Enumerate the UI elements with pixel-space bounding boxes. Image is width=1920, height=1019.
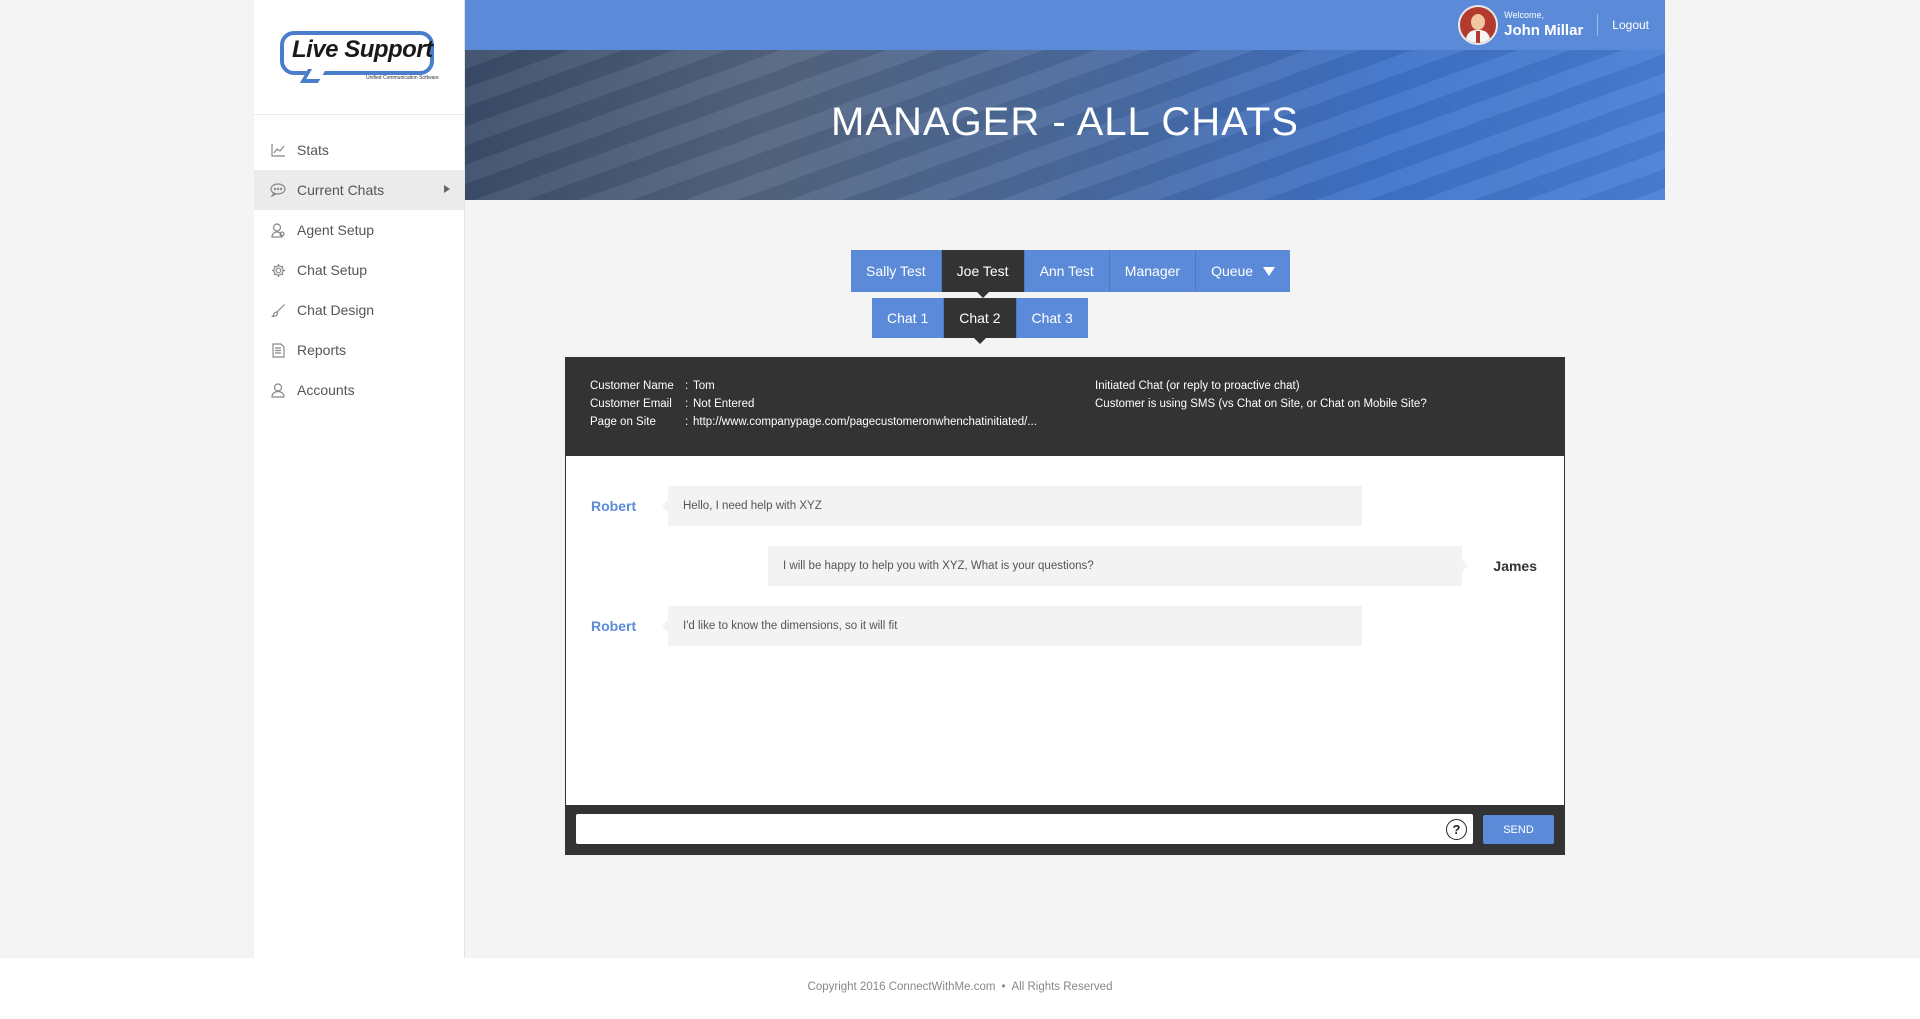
user-welcome: Welcome, John Millar Logout bbox=[1458, 0, 1665, 50]
initiated-chat-note: Initiated Chat (or reply to proactive ch… bbox=[1095, 380, 1300, 392]
tab-chat-3[interactable]: Chat 3 bbox=[1016, 298, 1088, 338]
message-sender: Robert bbox=[591, 498, 637, 514]
sidebar-item-label: Stats bbox=[297, 142, 329, 158]
tab-joe-test[interactable]: Joe Test bbox=[941, 250, 1025, 298]
welcome-text: Welcome, John Millar bbox=[1504, 11, 1583, 39]
message-text: I will be happy to help you with XYZ, Wh… bbox=[783, 560, 1094, 572]
chat-message-input[interactable] bbox=[576, 814, 1473, 844]
logo-tagline: Unified Communication Software bbox=[366, 75, 439, 81]
page-on-site-label: Page on Site bbox=[590, 416, 656, 428]
sidebar-item-current-chats[interactable]: Current Chats bbox=[254, 170, 464, 210]
tab-ann-test[interactable]: Ann Test bbox=[1024, 250, 1110, 292]
sidebar-item-label: Current Chats bbox=[297, 182, 385, 198]
sidebar-item-label: Accounts bbox=[297, 382, 355, 398]
tab-label: Chat 3 bbox=[1031, 310, 1073, 326]
rights-text: All Rights Reserved bbox=[1011, 981, 1113, 993]
message-sender: Robert bbox=[591, 618, 637, 634]
tab-label: Ann Test bbox=[1039, 263, 1094, 279]
page-on-site-row: Page on Site : http://www.companypage.co… bbox=[590, 416, 1540, 434]
tab-chat-2[interactable]: Chat 2 bbox=[944, 298, 1017, 344]
message-bubble: I'd like to know the dimensions, so it w… bbox=[662, 606, 1362, 646]
sidebar-item-label: Chat Design bbox=[297, 302, 375, 318]
welcome-label: Welcome, bbox=[1504, 10, 1544, 20]
message-sender: James bbox=[1493, 558, 1537, 574]
customer-info: Customer Name : Tom Customer Email : Not… bbox=[566, 358, 1564, 456]
copyright-text: Copyright 2016 ConnectWithMe.com bbox=[807, 981, 996, 993]
message-text: Hello, I need help with XYZ bbox=[683, 500, 822, 512]
hero-banner: MANAGER - ALL CHATS bbox=[465, 50, 1665, 200]
sidebar: Live Support Unified Communication Softw… bbox=[254, 0, 465, 958]
logo-area: Live Support Unified Communication Softw… bbox=[254, 0, 464, 115]
separator: : bbox=[685, 380, 689, 392]
page-title: MANAGER - ALL CHATS bbox=[831, 100, 1299, 144]
customer-email-value: Not Entered bbox=[693, 398, 755, 410]
sidebar-item-chat-design[interactable]: Chat Design bbox=[254, 290, 464, 330]
send-button[interactable]: SEND bbox=[1483, 815, 1554, 844]
message-text: I'd like to know the dimensions, so it w… bbox=[683, 620, 898, 632]
document-icon bbox=[270, 342, 286, 358]
customer-channel-note: Customer is using SMS (vs Chat on Site, … bbox=[1095, 398, 1427, 410]
tab-label: Chat 1 bbox=[887, 310, 929, 326]
sidebar-item-label: Agent Setup bbox=[297, 222, 375, 238]
chat-panel: Customer Name : Tom Customer Email : Not… bbox=[565, 357, 1565, 855]
help-icon[interactable]: ? bbox=[1446, 819, 1467, 840]
avatar[interactable] bbox=[1458, 5, 1499, 45]
user-icon bbox=[270, 382, 286, 398]
sidebar-item-accounts[interactable]: Accounts bbox=[254, 370, 464, 410]
chart-icon bbox=[270, 142, 286, 158]
sidebar-item-reports[interactable]: Reports bbox=[254, 330, 464, 370]
user-name: John Millar bbox=[1504, 22, 1584, 39]
caret-down-icon bbox=[1263, 266, 1276, 276]
chat-source-notes: Initiated Chat (or reply to proactive ch… bbox=[1095, 380, 1427, 416]
separator: : bbox=[685, 398, 689, 410]
gear-icon bbox=[270, 262, 286, 278]
message-bubble: Hello, I need help with XYZ bbox=[662, 486, 1362, 526]
tab-label: Chat 2 bbox=[959, 310, 1001, 326]
sidebar-item-stats[interactable]: Stats bbox=[254, 130, 464, 170]
tab-manager[interactable]: Manager bbox=[1109, 250, 1197, 292]
tab-queue-dropdown[interactable]: Queue bbox=[1196, 250, 1291, 292]
sidebar-item-chat-setup[interactable]: Chat Setup bbox=[254, 250, 464, 290]
divider bbox=[1597, 14, 1599, 36]
footer-separator: • bbox=[1001, 981, 1006, 993]
tab-label: Sally Test bbox=[866, 263, 926, 279]
logo-text: Live Support bbox=[292, 36, 433, 63]
tab-label: Manager bbox=[1124, 263, 1181, 279]
message-bubble: I will be happy to help you with XYZ, Wh… bbox=[768, 546, 1468, 586]
agent-icon bbox=[270, 222, 286, 238]
sidebar-item-agent-setup[interactable]: Agent Setup bbox=[254, 210, 464, 250]
tab-chat-1[interactable]: Chat 1 bbox=[872, 298, 945, 338]
sidebar-item-label: Reports bbox=[297, 342, 347, 358]
agent-tabs: Sally Test Joe Test Ann Test Manager Que… bbox=[851, 250, 1291, 298]
customer-name-value: Tom bbox=[693, 380, 715, 392]
chat-tabs: Chat 1 Chat 2 Chat 3 bbox=[872, 298, 1088, 344]
brush-icon bbox=[270, 302, 286, 318]
chat-bubble-icon bbox=[270, 182, 286, 198]
footer: Copyright 2016 ConnectWithMe.com • All Rig… bbox=[0, 958, 1920, 1019]
customer-email-label: Customer Email bbox=[590, 398, 672, 410]
sidebar-nav: Stats Current Chats Agent Setup Chat Set… bbox=[254, 130, 464, 410]
separator: : bbox=[685, 416, 689, 428]
message-composer: ? SEND bbox=[566, 805, 1564, 854]
tab-label: Queue bbox=[1211, 263, 1254, 279]
message-list: Robert Hello, I need help with XYZ I wil… bbox=[566, 456, 1564, 806]
page-on-site-link[interactable]: http://www.companypage.com/pagecustomero… bbox=[693, 416, 1037, 434]
chevron-right-icon bbox=[444, 185, 450, 193]
tab-sally-test[interactable]: Sally Test bbox=[851, 250, 942, 292]
logout-link[interactable]: Logout bbox=[1612, 18, 1649, 32]
customer-name-label: Customer Name bbox=[590, 380, 674, 392]
live-support-logo[interactable]: Live Support Unified Communication Softw… bbox=[278, 29, 440, 85]
sidebar-item-label: Chat Setup bbox=[297, 262, 368, 278]
tab-label: Joe Test bbox=[956, 263, 1009, 279]
top-bar: Welcome, John Millar Logout bbox=[465, 0, 1665, 50]
